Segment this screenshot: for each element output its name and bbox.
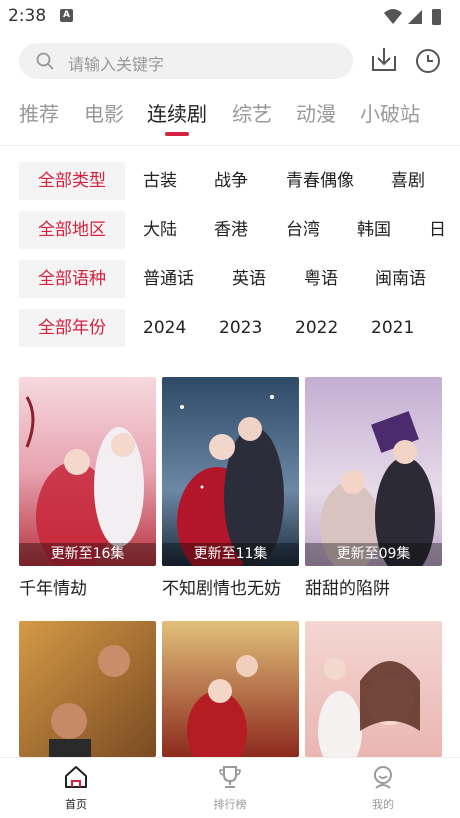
filter-option[interactable]: 青春偶像	[286, 162, 354, 200]
poster-card[interactable]	[305, 621, 442, 757]
poster-image	[19, 621, 156, 757]
tab-anime[interactable]: 动漫	[296, 98, 336, 127]
nav-home[interactable]: 首页	[36, 764, 116, 812]
poster-card[interactable]	[162, 621, 299, 757]
filter-row-region: 全部地区 大陆 香港 台湾 韩国 日	[0, 211, 460, 249]
filter-option[interactable]: 喜剧	[391, 162, 425, 200]
tab-bilibili[interactable]: 小破站	[360, 98, 420, 127]
battery-icon	[432, 9, 441, 25]
filter-all-type[interactable]: 全部类型	[19, 162, 125, 200]
filter-row-type: 全部类型 古装 战争 青春偶像 喜剧	[0, 162, 460, 200]
filter-option[interactable]: 2021	[371, 309, 414, 347]
poster-card[interactable]: 更新至16集	[19, 377, 156, 566]
nav-profile-label: 我的	[372, 798, 394, 811]
tab-recommend[interactable]: 推荐	[19, 98, 59, 127]
nav-ranking[interactable]: 排行榜	[190, 764, 270, 812]
filter-all-region[interactable]: 全部地区	[19, 211, 125, 249]
profile-icon	[374, 766, 392, 789]
search-row: 请输入关键字	[0, 42, 460, 80]
home-icon	[65, 766, 87, 788]
search-bar[interactable]: 请输入关键字	[19, 43, 353, 79]
system-status-icons	[384, 9, 441, 25]
poster-card[interactable]: 更新至11集	[162, 377, 299, 566]
signal-icon	[408, 10, 422, 24]
filter-option[interactable]: 粤语	[304, 260, 338, 298]
trophy-icon	[219, 766, 241, 788]
poster-title[interactable]: 甜甜的陷阱	[305, 574, 390, 599]
poster-card[interactable]	[19, 621, 156, 757]
update-badge: 更新至11集	[162, 543, 299, 566]
search-placeholder: 请输入关键字	[68, 55, 165, 74]
notification-icon: A	[60, 9, 73, 22]
filter-option[interactable]: 韩国	[357, 211, 391, 249]
filter-option[interactable]: 战争	[214, 162, 248, 200]
filter-option[interactable]: 2024	[143, 309, 186, 347]
search-icon	[36, 52, 54, 70]
poster-card[interactable]: 更新至09集	[305, 377, 442, 566]
filter-option[interactable]: 台湾	[286, 211, 320, 249]
update-badge: 更新至09集	[305, 543, 442, 566]
filter-row-year: 全部年份 2024 2023 2022 2021	[0, 309, 460, 347]
tab-movies[interactable]: 电影	[84, 98, 124, 127]
history-clock-icon[interactable]	[413, 44, 443, 76]
divider	[0, 145, 460, 146]
poster-title[interactable]: 不知剧情也无妨	[162, 574, 281, 599]
filter-option[interactable]: 2023	[219, 309, 262, 347]
poster-image	[19, 377, 156, 566]
nav-home-label: 首页	[65, 798, 87, 811]
poster-image	[162, 377, 299, 566]
poster-title[interactable]: 千年情劫	[19, 574, 87, 599]
filter-option[interactable]: 大陆	[143, 211, 177, 249]
poster-image	[305, 621, 442, 757]
filter-option[interactable]: 日	[429, 211, 446, 249]
tab-variety[interactable]: 综艺	[232, 98, 272, 127]
download-icon[interactable]	[369, 44, 399, 76]
filter-all-year[interactable]: 全部年份	[19, 309, 125, 347]
category-tabs: 推荐 电影 连续剧 综艺 动漫 小破站	[0, 98, 460, 138]
nav-ranking-label: 排行榜	[213, 798, 247, 811]
filter-option[interactable]: 英语	[232, 260, 266, 298]
filter-option[interactable]: 古装	[143, 162, 177, 200]
filter-option[interactable]: 2022	[295, 309, 338, 347]
poster-image	[305, 377, 442, 566]
filter-option[interactable]: 香港	[214, 211, 248, 249]
status-time: 2:38	[8, 6, 47, 26]
filter-all-language[interactable]: 全部语种	[19, 260, 125, 298]
filter-option[interactable]: 闽南语	[375, 260, 426, 298]
update-badge: 更新至16集	[19, 543, 156, 566]
tab-series[interactable]: 连续剧	[147, 98, 207, 127]
poster-image	[162, 621, 299, 757]
bottom-nav: 首页 排行榜 我的	[0, 757, 460, 818]
filter-option[interactable]: 普通话	[143, 260, 194, 298]
filter-row-language: 全部语种 普通话 英语 粤语 闽南语	[0, 260, 460, 298]
wifi-icon	[384, 9, 402, 24]
active-tab-indicator	[165, 132, 189, 136]
status-bar: 2:38 A	[0, 0, 460, 32]
nav-profile[interactable]: 我的	[343, 764, 423, 812]
